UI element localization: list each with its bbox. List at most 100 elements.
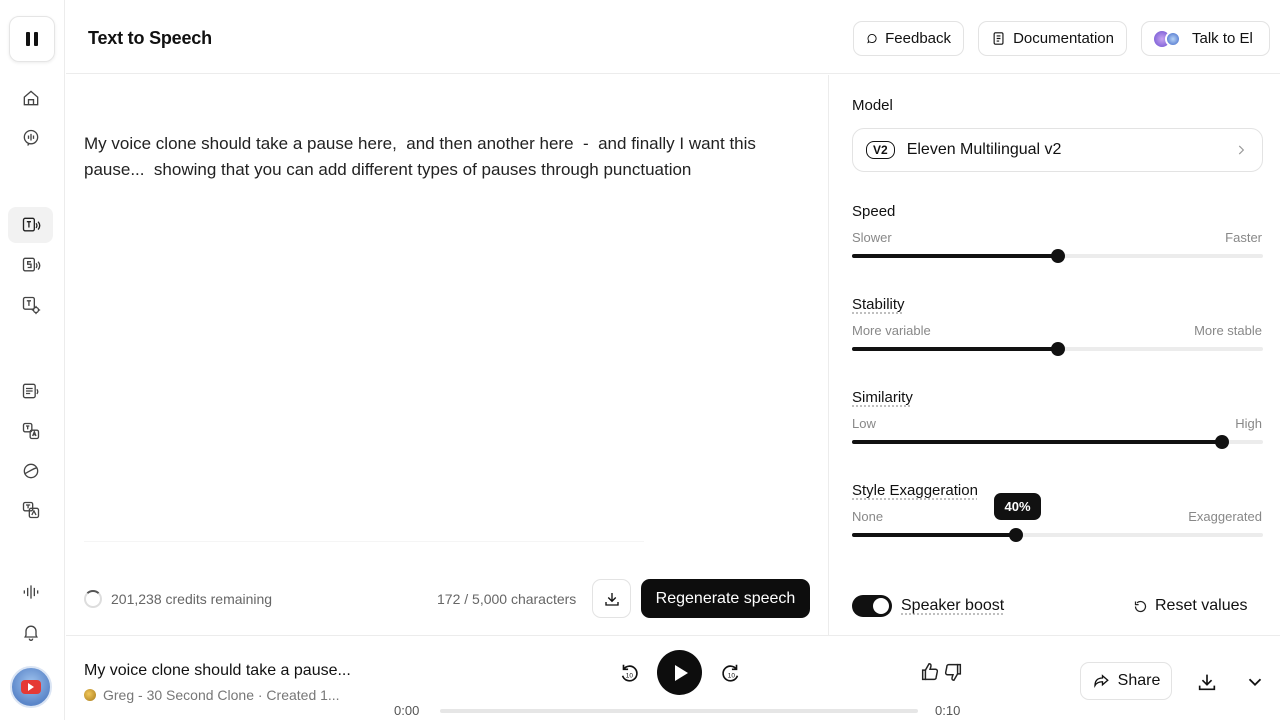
speech-bubble-icon	[23, 129, 38, 146]
app-root: Text to Speech Feedback Documentation Ta…	[0, 0, 1280, 720]
thumbs-up-button[interactable]	[919, 660, 941, 684]
style-min-label: None	[852, 509, 884, 524]
share-label: Share	[1117, 672, 1161, 689]
download-button[interactable]	[592, 579, 631, 618]
feedback-button[interactable]: Feedback	[853, 21, 964, 56]
talk-label: Talk to El	[1192, 30, 1253, 47]
reset-values-button[interactable]: Reset values	[1133, 597, 1248, 615]
total-time: 0:10	[935, 703, 961, 718]
sidebar-item-voices[interactable]	[8, 120, 53, 156]
rewind-10-button[interactable]: 10	[616, 660, 642, 686]
speed-slider-handle[interactable]	[1050, 249, 1065, 263]
style-value-tooltip: 40%	[994, 493, 1041, 520]
player-download-button[interactable]	[1195, 670, 1219, 694]
toggle-knob	[873, 598, 889, 614]
forward-10-icon: 10	[722, 664, 739, 682]
elevenlabs-logo[interactable]	[9, 16, 55, 62]
voice-settings-panel: Model V2 Eleven Multilingual v2 Speed Sl…	[828, 75, 1280, 635]
style-max-label: Exaggerated	[1188, 509, 1262, 524]
divider	[84, 541, 644, 542]
collapse-player-button[interactable]	[1243, 670, 1267, 694]
document-icon	[993, 32, 1004, 45]
model-version-badge: V2	[866, 141, 895, 159]
user-avatar[interactable]	[10, 666, 52, 708]
play-icon	[675, 664, 688, 681]
style-exaggeration-label: Style Exaggeration	[852, 482, 978, 499]
text-settings-icon	[22, 296, 40, 315]
credits-ring-icon	[84, 590, 102, 608]
sidebar-item-sound-effects[interactable]	[8, 287, 53, 323]
style-slider-handle[interactable]	[1009, 528, 1024, 542]
speed-label: Speed	[852, 203, 896, 220]
reset-values-label: Reset values	[1155, 597, 1248, 614]
stability-min-label: More variable	[852, 323, 931, 338]
similarity-max-label: High	[1235, 416, 1262, 431]
speech-to-speech-icon	[22, 257, 40, 272]
speed-min-label: Slower	[852, 230, 892, 245]
playback-progress-bar[interactable]	[440, 709, 918, 713]
player-track-title: My voice clone should take a pause...	[84, 662, 351, 679]
chevron-right-icon	[1238, 145, 1245, 155]
talk-to-el-button[interactable]: Talk to El	[1141, 21, 1270, 56]
similarity-slider-fill	[852, 440, 1222, 444]
model-selector[interactable]: V2 Eleven Multilingual v2	[852, 128, 1263, 172]
sidebar-item-waveform[interactable]	[8, 574, 53, 610]
speed-slider[interactable]	[852, 249, 1263, 263]
style-exaggeration-slider[interactable]	[852, 528, 1263, 542]
check-circle-icon	[23, 463, 38, 479]
similarity-min-label: Low	[852, 416, 876, 431]
similarity-slider-handle[interactable]	[1214, 435, 1229, 449]
regenerate-speech-button[interactable]: Regenerate speech	[641, 579, 810, 618]
style-slider-fill	[852, 533, 1017, 537]
model-label: Model	[852, 97, 893, 114]
forward-10-button[interactable]: 10	[718, 660, 744, 686]
character-count: 172 / 5,000 characters	[437, 591, 577, 607]
player-meta-text: Greg - 30 Second Clone · Created 1...	[103, 687, 340, 703]
page-header: Text to Speech Feedback Documentation Ta…	[66, 0, 1280, 74]
chevron-down-icon	[1248, 678, 1262, 687]
sidebar-item-projects[interactable]	[8, 373, 53, 409]
agent-orb-icon	[1154, 29, 1184, 49]
text-translate-icon	[22, 501, 39, 519]
sidebar-item-text-to-speech[interactable]	[8, 207, 53, 243]
sidebar-item-home[interactable]	[8, 80, 53, 116]
bell-icon	[23, 625, 38, 641]
current-time: 0:00	[394, 703, 420, 718]
sidebar-item-translate[interactable]	[8, 492, 53, 528]
home-icon	[23, 90, 38, 106]
page-title: Text to Speech	[88, 28, 212, 48]
share-icon	[1093, 674, 1109, 689]
sidebar	[0, 0, 65, 720]
share-button[interactable]: Share	[1080, 662, 1172, 700]
feedback-label: Feedback	[885, 30, 951, 47]
reset-icon	[1134, 600, 1147, 612]
stability-slider-handle[interactable]	[1050, 342, 1065, 356]
similarity-slider[interactable]	[852, 435, 1263, 449]
sidebar-item-speech-to-speech[interactable]	[8, 247, 53, 283]
speed-max-label: Faster	[1225, 230, 1262, 245]
waveform-icon	[23, 585, 38, 599]
thumbs-down-button[interactable]	[942, 660, 964, 684]
download-icon	[1198, 674, 1216, 691]
thumbs-down-icon	[944, 663, 962, 681]
credits-indicator: 201,238 credits remaining	[84, 590, 272, 608]
text-input[interactable]: My voice clone should take a pause here,…	[84, 131, 814, 183]
sidebar-item-dubbing[interactable]	[8, 413, 53, 449]
speaker-boost-toggle[interactable]	[852, 595, 892, 617]
model-name: Eleven Multilingual v2	[906, 141, 1062, 158]
download-icon	[604, 592, 619, 606]
translate-icon	[22, 422, 39, 440]
documentation-button[interactable]: Documentation	[978, 21, 1127, 56]
document-audio-icon	[22, 383, 38, 399]
play-button[interactable]	[657, 650, 702, 695]
speaker-boost-label: Speaker boost	[901, 597, 1005, 614]
rewind-10-icon: 10	[621, 664, 638, 682]
audio-player: My voice clone should take a pause... Gr…	[66, 635, 1280, 720]
sidebar-item-notifications[interactable]	[8, 614, 53, 650]
sidebar-item-voice-isolator[interactable]	[8, 453, 53, 489]
stability-slider[interactable]	[852, 342, 1263, 356]
stability-label: Stability	[852, 296, 905, 313]
youtube-icon	[21, 680, 41, 694]
credits-remaining: 201,238 credits remaining	[111, 591, 273, 607]
thumbs-up-icon	[921, 663, 939, 681]
